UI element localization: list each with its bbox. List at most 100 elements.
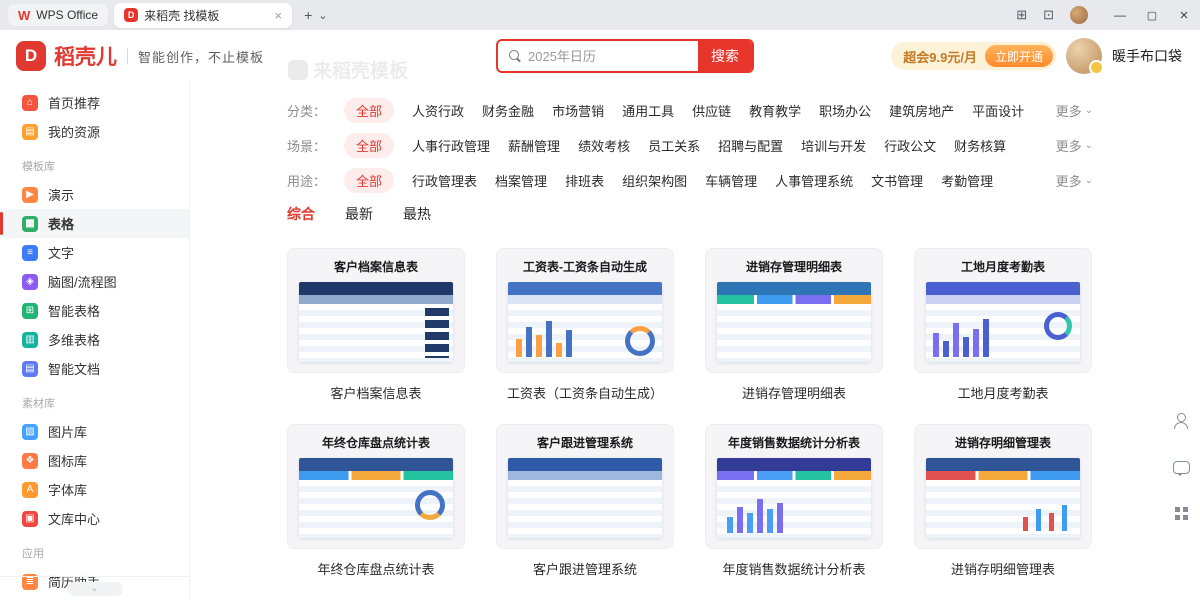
sidebar-item-multi-sheet[interactable]: ▥ 多维表格 xyxy=(0,325,189,354)
template-caption[interactable]: 工地月度考勤表 xyxy=(914,383,1092,402)
more-button[interactable]: 更多 ⌄ xyxy=(1056,101,1093,120)
filter-option[interactable]: 通用工具 xyxy=(622,101,674,120)
brand-tagline: 智能创作，不止模板 xyxy=(138,47,264,66)
sidebar-item-smart-doc[interactable]: ▤ 智能文档 xyxy=(0,354,189,383)
wps-home-tab[interactable]: W WPS Office xyxy=(8,4,108,26)
template-card[interactable]: 客户档案信息表 客户档案信息表 xyxy=(287,248,465,424)
filter-option[interactable]: 人事管理系统 xyxy=(775,171,853,190)
search-button[interactable]: 搜索 xyxy=(698,41,752,71)
template-card[interactable]: 工地月度考勤表 工地月度考勤表 xyxy=(914,248,1092,424)
feedback-button[interactable] xyxy=(1170,456,1192,478)
tab-close-icon[interactable]: × xyxy=(274,8,282,23)
filter-option[interactable]: 档案管理 xyxy=(495,171,547,190)
filter-option[interactable]: 财务核算 xyxy=(954,136,1006,155)
filter-option[interactable]: 员工关系 xyxy=(648,136,700,155)
filter-option[interactable]: 人资行政 xyxy=(412,101,464,120)
filter-option[interactable]: 全部 xyxy=(344,168,394,193)
filter-option[interactable]: 招聘与配置 xyxy=(718,136,783,155)
sort-tab-newest[interactable]: 最新 xyxy=(345,204,373,224)
filter-option[interactable]: 全部 xyxy=(344,98,394,123)
sheet-chart-area xyxy=(717,480,871,538)
template-caption[interactable]: 年终仓库盘点统计表 xyxy=(287,559,465,578)
filter-option[interactable]: 培训与开发 xyxy=(801,136,866,155)
new-tab-button[interactable]: + xyxy=(304,7,312,23)
filter-option[interactable]: 薪酬管理 xyxy=(508,136,560,155)
sheet-subheader-band xyxy=(299,295,453,304)
sidebar-collapse-button[interactable]: ⌄ xyxy=(67,582,123,596)
close-button[interactable]: × xyxy=(1168,0,1200,30)
brand-name[interactable]: 稻壳儿 xyxy=(54,41,117,71)
sort-tab-comprehensive[interactable]: 综合 xyxy=(287,204,315,224)
box-icon[interactable]: ⊡ xyxy=(1043,7,1054,23)
template-card[interactable]: 工资表-工资条自动生成 工资表（工资条自动生成） xyxy=(496,248,674,424)
username[interactable]: 暖手布口袋 xyxy=(1112,46,1182,66)
search-icon xyxy=(508,49,522,63)
titlebar-avatar[interactable] xyxy=(1070,6,1088,24)
minimize-button[interactable]: — xyxy=(1104,0,1136,30)
template-card[interactable]: 进销存明细管理表 进销存明细管理表 xyxy=(914,424,1092,600)
filter-option[interactable]: 行政公文 xyxy=(884,136,936,155)
sidebar-item-image-library[interactable]: ▨ 图片库 xyxy=(0,417,189,446)
sort-tab-hottest[interactable]: 最热 xyxy=(403,204,431,224)
search-input[interactable] xyxy=(528,49,698,64)
sidebar-item-font-library[interactable]: A 字体库 xyxy=(0,475,189,504)
template-caption[interactable]: 进销存明细管理表 xyxy=(914,559,1092,578)
filter-option[interactable]: 职场办公 xyxy=(819,101,871,120)
template-caption[interactable]: 年度销售数据统计分析表 xyxy=(705,559,883,578)
filter-option[interactable]: 供应链 xyxy=(692,101,731,120)
template-card[interactable]: 年终仓库盘点统计表 年终仓库盘点统计表 xyxy=(287,424,465,600)
layout-icon[interactable]: ⊞ xyxy=(1016,7,1027,23)
docer-tab[interactable]: D 来稻壳 找模板 × xyxy=(114,3,292,28)
thumbnail-sheet xyxy=(926,282,1080,362)
more-button[interactable]: 更多 ⌄ xyxy=(1056,136,1093,155)
template-caption[interactable]: 工资表（工资条自动生成） xyxy=(496,383,674,402)
template-caption[interactable]: 客户跟进管理系统 xyxy=(496,559,674,578)
sheet-header-band xyxy=(717,458,871,471)
template-card[interactable]: 客户跟进管理系统 客户跟进管理系统 xyxy=(496,424,674,600)
sidebar-item-label: 我的资源 xyxy=(48,122,100,141)
sidebar-item-doc-center[interactable]: ▣ 文库中心 xyxy=(0,504,189,533)
filter-option[interactable]: 财务金融 xyxy=(482,101,534,120)
filter-option[interactable]: 绩效考核 xyxy=(578,136,630,155)
spreadsheet-icon: ▦ xyxy=(22,216,38,232)
user-avatar[interactable] xyxy=(1066,38,1102,74)
sidebar-item-my-resources[interactable]: ▤ 我的资源 xyxy=(0,117,189,146)
maximize-button[interactable]: ▢ xyxy=(1136,0,1168,30)
filter-option[interactable]: 人事行政管理 xyxy=(412,136,490,155)
sidebar-item-mindmap[interactable]: ◈ 脑图/流程图 xyxy=(0,267,189,296)
docer-brand-icon[interactable]: D xyxy=(16,41,46,71)
filter-label: 分类： xyxy=(287,101,326,120)
sidebar-item-home[interactable]: ⌂ 首页推荐 xyxy=(0,88,189,117)
window-titlebar: W WPS Office D 来稻壳 找模板 × + ⌄ ⊞ ⊡ — ▢ × xyxy=(0,0,1200,30)
sidebar-item-label: 字体库 xyxy=(48,480,87,499)
filter-option[interactable]: 组织架构图 xyxy=(622,171,687,190)
template-thumbnail: 进销存明细管理表 xyxy=(914,424,1092,549)
sidebar-item-smart-sheet[interactable]: ⊞ 智能表格 xyxy=(0,296,189,325)
filter-option[interactable]: 车辆管理 xyxy=(705,171,757,190)
template-caption[interactable]: 客户档案信息表 xyxy=(287,383,465,402)
template-card[interactable]: 进销存管理明细表 进销存管理明细表 xyxy=(705,248,883,424)
filter-option[interactable]: 全部 xyxy=(344,133,394,158)
filter-option[interactable]: 行政管理表 xyxy=(412,171,477,190)
tab-list-dropdown-icon[interactable]: ⌄ xyxy=(318,9,327,22)
template-card[interactable]: 年度销售数据统计分析表 年度销售数据统计分析表 xyxy=(705,424,883,600)
filter-option[interactable]: 平面设计 xyxy=(972,101,1024,120)
sidebar-item-spreadsheet[interactable]: ▦ 表格 xyxy=(0,209,189,238)
filter-option[interactable]: 文书管理 xyxy=(871,171,923,190)
upgrade-button[interactable]: 立即开通 xyxy=(985,45,1053,67)
thumbnail-sheet xyxy=(299,282,453,362)
sidebar-item-icon-library[interactable]: ❖ 图标库 xyxy=(0,446,189,475)
header-right: 超会9.9元/月 立即开通 暖手布口袋 xyxy=(891,38,1182,74)
filter-option[interactable]: 考勤管理 xyxy=(941,171,993,190)
filter-option[interactable]: 教育教学 xyxy=(749,101,801,120)
promo-text: 超会9.9元/月 xyxy=(903,47,977,66)
apps-panel-button[interactable] xyxy=(1170,502,1192,524)
sidebar-item-document[interactable]: ≡ 文字 xyxy=(0,238,189,267)
profile-service-button[interactable] xyxy=(1170,410,1192,432)
template-caption[interactable]: 进销存管理明细表 xyxy=(705,383,883,402)
more-button[interactable]: 更多 ⌄ xyxy=(1056,171,1093,190)
filter-option[interactable]: 排班表 xyxy=(565,171,604,190)
filter-option[interactable]: 市场营销 xyxy=(552,101,604,120)
sidebar-item-presentation[interactable]: ▶ 演示 xyxy=(0,180,189,209)
filter-option[interactable]: 建筑房地产 xyxy=(889,101,954,120)
